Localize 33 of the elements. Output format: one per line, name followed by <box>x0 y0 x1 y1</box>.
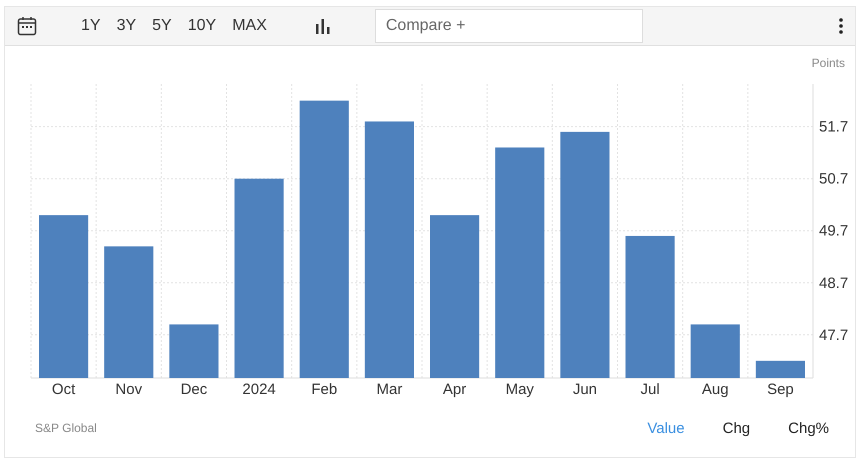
y-tick-label: 49.7 <box>819 222 848 240</box>
compare-field[interactable]: Compare + <box>374 9 643 43</box>
y-tick-label: 48.7 <box>819 274 848 292</box>
bar <box>169 324 218 378</box>
range-button[interactable]: MAX <box>226 15 273 37</box>
range-button[interactable]: 1Y <box>75 15 107 37</box>
x-tick-label: Aug <box>702 381 729 398</box>
x-tick-label: Apr <box>442 381 466 398</box>
y-tick-label: 50.7 <box>819 170 848 188</box>
x-tick-label: Sep <box>767 381 794 398</box>
x-tick-label: 2024 <box>242 381 276 398</box>
x-tick-label: Feb <box>311 381 338 398</box>
more-icon[interactable] <box>839 18 843 34</box>
x-tick-label: Mar <box>376 381 402 398</box>
x-tick-label: Jun <box>572 381 597 398</box>
x-tick-label: Oct <box>52 381 76 398</box>
mode-tab[interactable]: Chg% <box>750 420 829 436</box>
bar <box>690 324 740 378</box>
bar <box>756 360 805 378</box>
range-button[interactable]: 10Y <box>182 15 222 37</box>
range-button[interactable]: 3Y <box>110 15 142 37</box>
calendar-icon[interactable] <box>17 16 37 36</box>
x-tick-label: Jul <box>640 381 660 398</box>
mode-tab[interactable]: Chg <box>684 420 750 436</box>
x-tick-label: May <box>506 381 534 398</box>
axis-unit: Points <box>812 56 845 70</box>
x-tick-label: Nov <box>115 381 142 398</box>
x-tick-label: Dec <box>180 381 208 398</box>
y-tick-label: 47.7 <box>819 326 848 344</box>
source-label: S&P Global <box>35 421 97 435</box>
range-button[interactable]: 5Y <box>146 15 178 37</box>
bar-chart-icon[interactable] <box>314 18 331 34</box>
y-tick-label: 51.7 <box>819 118 848 136</box>
